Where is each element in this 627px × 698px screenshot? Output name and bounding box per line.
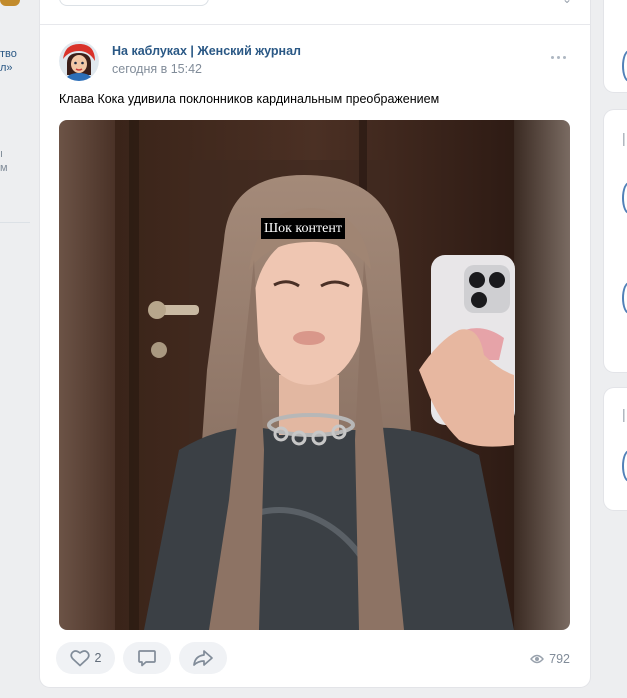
previous-post-button-fragment[interactable] xyxy=(59,0,209,6)
left-sidebar-divider xyxy=(0,222,30,223)
views-count: 792 xyxy=(549,652,570,666)
left-avatar-fragment[interactable] xyxy=(0,0,20,6)
post-timestamp[interactable]: сегодня в 15:42 xyxy=(112,62,202,76)
chevron-down-icon[interactable]: ⌄ xyxy=(562,0,572,6)
views-counter: 792 xyxy=(530,652,570,666)
more-horizontal-icon[interactable] xyxy=(548,52,568,62)
right-widget-icon[interactable] xyxy=(622,282,627,314)
right-widget-icon[interactable] xyxy=(622,182,627,214)
right-widget-fragment-3: | xyxy=(604,388,627,510)
post-photo[interactable]: BVL Шок контент xyxy=(59,120,570,630)
left-sidebar-text-fragment: ı м xyxy=(0,148,8,174)
share-button[interactable] xyxy=(179,642,227,674)
post-actions: 2 xyxy=(56,642,227,674)
left-sidebar-link-fragment[interactable]: тво л» xyxy=(0,47,30,75)
share-icon xyxy=(193,650,213,666)
heart-icon xyxy=(69,650,90,667)
widget-header-fragment: | xyxy=(622,406,626,422)
comment-button[interactable] xyxy=(123,642,171,674)
like-button[interactable]: 2 xyxy=(56,642,115,674)
right-widget-icon[interactable] xyxy=(622,50,627,82)
right-widget-fragment-2: | xyxy=(604,110,627,372)
widget-header-fragment: | xyxy=(622,130,626,146)
eye-icon xyxy=(530,654,545,664)
post-divider xyxy=(40,24,590,25)
feed-post-card: ⌄ На каблуках | Женский журнал сегодня в… xyxy=(40,0,590,687)
post-text: Клава Кока удивила поклонников кардиналь… xyxy=(59,92,440,106)
post-author-link[interactable]: На каблуках | Женский журнал xyxy=(112,44,301,58)
left-sidebar: тво л» ı м xyxy=(0,0,30,698)
author-avatar[interactable] xyxy=(59,41,99,81)
comment-icon xyxy=(138,650,156,667)
photo-overlay-caption: Шок контент xyxy=(261,218,345,239)
right-widget-icon[interactable] xyxy=(622,450,627,482)
like-count: 2 xyxy=(94,651,102,665)
right-sidebar: | | xyxy=(604,0,627,698)
right-widget-fragment-1 xyxy=(604,0,627,92)
